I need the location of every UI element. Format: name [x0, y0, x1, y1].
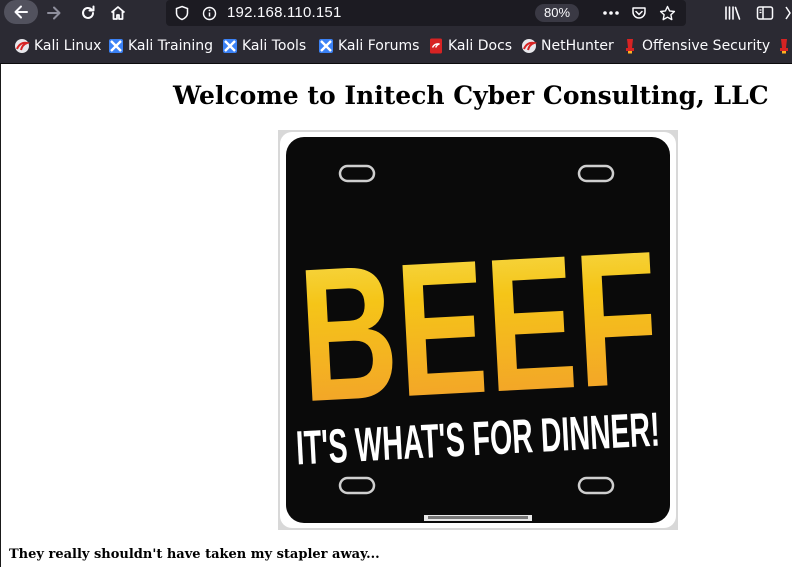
- bookmark-kali-forums[interactable]: Kali Forums: [318, 28, 419, 64]
- browser-toolbar: 192.168.110.151 80%: [0, 0, 792, 28]
- page-heading: Welcome to Initech Cyber Consulting, LLC: [173, 81, 769, 110]
- bookmark-offensive-security[interactable]: Offensive Security: [622, 28, 770, 64]
- home-button[interactable]: [104, 0, 132, 26]
- offsec-icon: [776, 38, 792, 54]
- page-actions-icon[interactable]: [598, 0, 624, 26]
- kali-tools-icon: [222, 38, 238, 54]
- sidebar-icon[interactable]: [752, 0, 778, 26]
- bookmark-overflow-offsec[interactable]: [776, 28, 792, 64]
- kali-forums-icon: [318, 38, 334, 54]
- bookmark-label: Kali Linux: [34, 38, 102, 54]
- zoom-level-button[interactable]: 80%: [535, 4, 579, 22]
- back-button[interactable]: [4, 0, 38, 24]
- kali-dragon-icon: [521, 38, 538, 54]
- bookmark-nethunter[interactable]: NetHunter: [521, 28, 614, 64]
- bookmark-kali-training[interactable]: Kali Training: [108, 28, 213, 64]
- site-info-icon[interactable]: [199, 0, 219, 26]
- pocket-icon[interactable]: [628, 0, 650, 26]
- arrow-right-icon: [47, 6, 61, 20]
- bookmark-label: Kali Training: [128, 38, 213, 54]
- reload-icon: [82, 5, 95, 19]
- bookmark-label: Offensive Security: [642, 38, 771, 54]
- tracking-shield-icon[interactable]: [172, 0, 192, 26]
- library-icon[interactable]: [720, 0, 746, 26]
- offsec-icon: [622, 38, 638, 54]
- kali-dragon-icon: [14, 38, 31, 54]
- beef-license-plate-image: BEEF IT'S WHAT'S FOR DINNER!: [278, 130, 678, 530]
- kali-training-icon: [108, 38, 124, 54]
- reload-button[interactable]: [74, 0, 102, 26]
- bookmark-label: Kali Forums: [338, 38, 420, 54]
- bookmark-kali-docs[interactable]: Kali Docs: [428, 28, 512, 64]
- home-icon: [110, 6, 126, 20]
- stapler-caption: They really shouldn't have taken my stap…: [9, 547, 380, 562]
- url-text[interactable]: 192.168.110.151: [227, 0, 342, 26]
- overflow-icon[interactable]: [782, 0, 792, 26]
- bookmarks-toolbar: Kali Linux Kali Training Kali Tools Kali…: [0, 28, 792, 64]
- kali-docs-icon: [428, 38, 444, 54]
- url-bar[interactable]: 192.168.110.151 80%: [166, 0, 686, 26]
- bookmark-star-icon[interactable]: [655, 0, 679, 26]
- bookmark-label: Kali Tools: [242, 38, 307, 54]
- forward-button[interactable]: [40, 0, 68, 26]
- bookmark-label: Kali Docs: [448, 38, 513, 54]
- bookmark-kali-tools[interactable]: Kali Tools: [222, 28, 306, 64]
- arrow-left-icon: [14, 5, 28, 19]
- bookmark-label: NetHunter: [541, 38, 614, 54]
- bookmark-kali-linux[interactable]: Kali Linux: [14, 28, 101, 64]
- page-viewport: Welcome to Initech Cyber Consulting, LLC…: [0, 64, 792, 567]
